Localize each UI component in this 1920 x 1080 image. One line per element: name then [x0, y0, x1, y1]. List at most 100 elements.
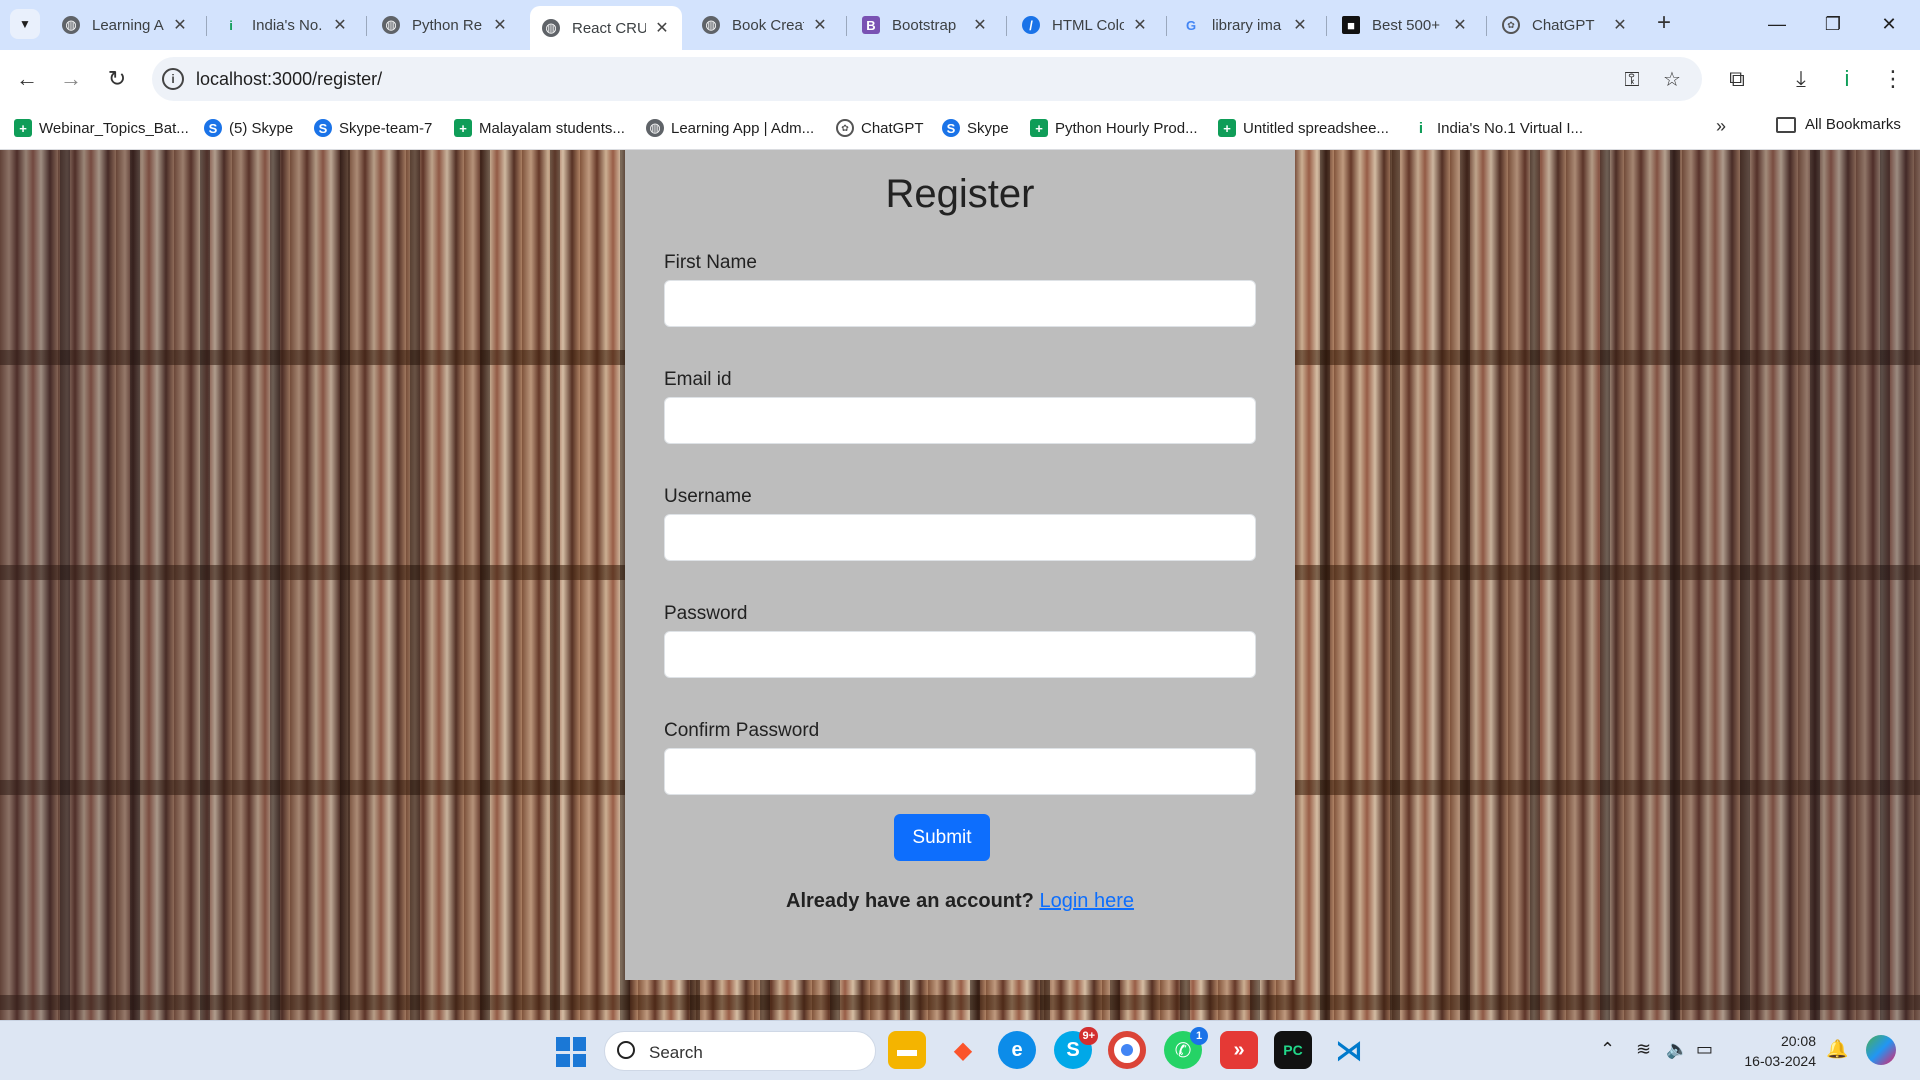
address-bar[interactable]: i localhost:3000/register/ ⚿ ☆ — [152, 57, 1702, 101]
tab-best-500[interactable]: ■ Best 500+ ✕ — [1330, 7, 1480, 43]
close-icon[interactable]: ✕ — [1290, 15, 1310, 35]
password-group: Password — [664, 603, 1256, 678]
tab-search-button[interactable]: ▼ — [10, 9, 40, 39]
first-name-input[interactable] — [664, 280, 1256, 327]
bookmark-item[interactable]: S (5) Skype — [204, 116, 293, 140]
close-icon[interactable]: ✕ — [490, 15, 510, 35]
url-text[interactable]: localhost:3000/register/ — [196, 69, 382, 90]
tab-title: library ima — [1212, 16, 1282, 34]
close-icon[interactable]: ✕ — [330, 15, 350, 35]
bookmark-item[interactable]: i India's No.1 Virtual I... — [1412, 116, 1583, 140]
tab-html-color[interactable]: / HTML Colo ✕ — [1010, 7, 1160, 43]
tab-title: India's No. — [252, 16, 323, 34]
new-tab-button[interactable]: + — [1650, 10, 1678, 38]
page-background: Register First Name Email id Username Pa… — [0, 150, 1920, 1020]
login-link[interactable]: Login here — [1039, 890, 1134, 912]
chrome-icon[interactable] — [1108, 1031, 1146, 1069]
wifi-icon[interactable]: ≋ — [1636, 1039, 1651, 1060]
sheets-icon: + — [1030, 119, 1048, 137]
edge-icon[interactable]: e — [998, 1031, 1036, 1069]
tab-title: Learning A — [92, 16, 164, 34]
indeed-extension-icon[interactable]: i — [1832, 64, 1862, 94]
password-input[interactable] — [664, 631, 1256, 678]
bookmark-item[interactable]: S Skype — [942, 116, 1009, 140]
anydesk-icon[interactable]: » — [1220, 1031, 1258, 1069]
chevron-up-icon[interactable]: ⌃ — [1600, 1039, 1615, 1060]
taskbar-search[interactable]: Search — [604, 1031, 876, 1071]
close-window-button[interactable]: ✕ — [1866, 10, 1912, 38]
minimize-icon: — — [1768, 14, 1786, 34]
tab-python[interactable]: ◍ Python Re ✕ — [370, 7, 520, 43]
google-icon: G — [1185, 17, 1197, 33]
username-input[interactable] — [664, 514, 1256, 561]
bookmark-item[interactable]: S Skype-team-7 — [314, 116, 432, 140]
download-icon[interactable]: ⤓ — [1786, 64, 1816, 94]
bookmark-label: (5) Skype — [229, 119, 294, 137]
site-info-icon[interactable]: i — [162, 68, 184, 90]
clock-date: 16-03-2024 — [1744, 1053, 1816, 1069]
brave-icon[interactable]: ◆ — [944, 1031, 982, 1069]
copilot-icon[interactable] — [1866, 1035, 1896, 1065]
bookmark-item[interactable]: ◍ Learning App | Adm... — [646, 116, 814, 140]
volume-icon[interactable]: 🔈 — [1666, 1039, 1688, 1060]
confirm-password-input[interactable] — [664, 748, 1256, 795]
all-bookmarks-button[interactable]: All Bookmarks — [1776, 116, 1901, 133]
skype-icon: S — [942, 119, 960, 137]
arrow-right-icon: → — [60, 66, 82, 91]
windows-start-icon[interactable] — [556, 1037, 586, 1067]
search-icon — [617, 1041, 635, 1059]
email-input[interactable] — [664, 397, 1256, 444]
first-name-label: First Name — [664, 252, 757, 273]
battery-icon[interactable]: ▭ — [1696, 1039, 1713, 1060]
pycharm-icon[interactable]: PC — [1274, 1031, 1312, 1069]
indeed-icon: i — [1412, 119, 1430, 137]
bookmark-label: Malayalam students... — [479, 119, 625, 137]
close-icon[interactable]: ✕ — [1450, 15, 1470, 35]
tab-learning[interactable]: ◍ Learning A ✕ — [50, 7, 200, 43]
bookmarks-overflow-button[interactable]: » — [1716, 116, 1726, 137]
close-icon[interactable]: ✕ — [1130, 15, 1150, 35]
tab-bootstrap[interactable]: B Bootstrap ✕ — [850, 7, 1000, 43]
page-title: Register — [885, 172, 1035, 216]
restore-button[interactable]: ❐ — [1810, 10, 1856, 38]
close-icon[interactable]: ✕ — [1610, 15, 1630, 35]
reload-button[interactable]: ↻ — [102, 64, 132, 94]
tab-library-images[interactable]: G library ima ✕ — [1170, 7, 1320, 43]
close-icon[interactable]: ✕ — [970, 15, 990, 35]
vscode-icon[interactable]: ⋊ — [1330, 1031, 1368, 1069]
close-icon[interactable]: ✕ — [810, 15, 830, 35]
clock[interactable]: 20:08 16-03-2024 — [1744, 1031, 1816, 1071]
bookmark-item[interactable]: + Python Hourly Prod... — [1030, 116, 1198, 140]
forward-button[interactable]: → — [56, 64, 86, 94]
close-icon[interactable]: ✕ — [170, 15, 190, 35]
tab-react-crud[interactable]: ◍ React CRU ✕ — [530, 6, 682, 50]
close-icon[interactable]: ✕ — [652, 18, 672, 38]
username-group: Username — [664, 486, 1256, 561]
whatsapp-icon[interactable]: ✆ 1 — [1164, 1027, 1208, 1069]
bookmark-label: Webinar_Topics_Bat... — [39, 119, 189, 137]
tab-book-create[interactable]: ◍ Book Creat ✕ — [690, 7, 840, 43]
tab-india[interactable]: i India's No. ✕ — [210, 7, 360, 43]
notification-bell-icon[interactable]: 🔔 — [1826, 1039, 1848, 1060]
sheets-icon: + — [14, 119, 32, 137]
arrow-left-icon: ← — [16, 66, 38, 91]
all-bookmarks-label: All Bookmarks — [1805, 116, 1901, 133]
chevron-down-icon: ▼ — [19, 17, 31, 31]
login-prompt: Already have an account? Login here — [625, 890, 1295, 913]
tab-chatgpt[interactable]: ✿ ChatGPT ✕ — [1490, 7, 1640, 43]
bookmark-star-icon[interactable]: ☆ — [1660, 68, 1684, 92]
password-key-icon[interactable]: ⚿ — [1620, 68, 1644, 92]
extensions-icon[interactable]: ⧉ — [1722, 64, 1752, 94]
bookmark-item[interactable]: + Untitled spreadshee... — [1218, 116, 1389, 140]
minimize-button[interactable]: — — [1754, 10, 1800, 38]
bookmark-item[interactable]: + Webinar_Topics_Bat... — [14, 116, 189, 140]
bookmark-item[interactable]: + Malayalam students... — [454, 116, 625, 140]
submit-button[interactable]: Submit — [894, 814, 990, 861]
chatgpt-icon: ✿ — [836, 119, 854, 137]
bookmark-item[interactable]: ✿ ChatGPT — [836, 116, 924, 140]
skype-taskbar-icon[interactable]: S 9+ — [1054, 1027, 1098, 1069]
file-explorer-icon[interactable]: ▬ — [888, 1031, 926, 1069]
email-group: Email id — [664, 369, 1256, 444]
back-button[interactable]: ← — [12, 64, 42, 94]
menu-kebab-icon[interactable]: ⋮ — [1878, 64, 1908, 94]
